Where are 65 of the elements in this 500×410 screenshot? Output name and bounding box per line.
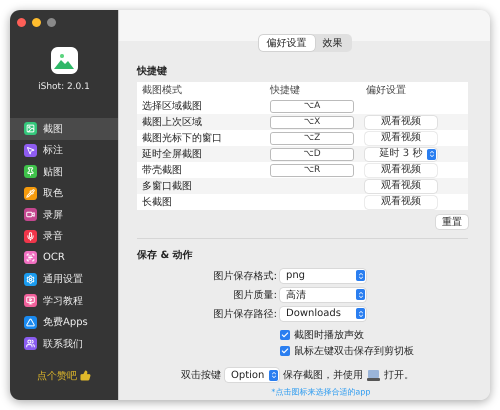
shortcut-field[interactable]: ⌥A — [270, 100, 354, 112]
field-label: 双击按键 — [181, 368, 221, 382]
action-text: 打开。 — [384, 368, 414, 382]
hint-text: *点击图标来选择合适的app — [270, 386, 372, 398]
checkbox[interactable] — [280, 346, 290, 356]
key-select[interactable]: Option — [225, 368, 279, 382]
sidebar-item[interactable]: 截图 — [10, 118, 118, 140]
stepper-icon — [356, 270, 365, 281]
dropdown-select[interactable]: 高清 — [280, 288, 366, 302]
tab[interactable]: 效果 — [314, 35, 350, 51]
sidebar-item[interactable]: 取色 — [10, 182, 118, 204]
minimize-button[interactable] — [32, 18, 41, 27]
watch-video-button[interactable]: 观看视频 — [365, 196, 437, 208]
section-title: 保存 & 动作 — [137, 248, 194, 262]
shortcut-field[interactable]: ⌥Z — [270, 132, 354, 144]
stepper-icon — [269, 370, 278, 380]
dropdown-select[interactable]: Downloads — [280, 306, 366, 320]
table-cell-text: 截图光标下的窗口 — [141, 132, 223, 145]
sidebar-item[interactable]: 学习教程 — [10, 290, 118, 312]
shortcut-field[interactable]: ⌥R — [270, 164, 354, 176]
watch-video-button[interactable]: 观看视频 — [365, 180, 437, 192]
checkbox-label: 鼠标左键双击保存到剪切板 — [294, 344, 414, 358]
column-header: 快捷键 — [268, 84, 301, 97]
app-picker-icon[interactable] — [367, 368, 380, 382]
field-label: 图片保存路径: — [212, 308, 277, 320]
column-header: 截图模式 — [141, 84, 183, 97]
reset-button[interactable]: 重置 — [436, 215, 468, 229]
app-logo-icon — [50, 47, 78, 74]
sidebar-item[interactable]: 录屏 — [10, 204, 118, 226]
close-button[interactable] — [17, 18, 26, 27]
checkbox-label: 截图时播放声效 — [294, 328, 364, 342]
like-link[interactable]: 点个赞吧 — [37, 368, 77, 382]
table-cell-text: 选择区域截图 — [141, 100, 203, 113]
zoom-button[interactable] — [47, 18, 56, 27]
sidebar-item[interactable]: 贴图 — [10, 161, 118, 182]
sidebar-item[interactable]: 通用设置 — [10, 268, 118, 290]
column-header: 偏好设置 — [365, 84, 407, 97]
table-cell-text: 带壳截图 — [141, 164, 183, 177]
table-cell-text: 长截图 — [141, 196, 173, 209]
table-cell-text: 截图上次区域 — [141, 116, 203, 129]
field-label: 图片保存格式: — [212, 270, 277, 282]
tab[interactable]: 偏好设置 — [258, 35, 314, 51]
sidebar-item[interactable]: 标注 — [10, 140, 118, 161]
watch-video-button[interactable]: 观看视频 — [365, 116, 437, 128]
watch-video-button[interactable]: 观看视频 — [365, 132, 437, 144]
stepper-icon — [356, 289, 365, 300]
watch-video-button[interactable]: 观看视频 — [365, 164, 437, 176]
stepper-icon — [356, 308, 365, 319]
sidebar-item[interactable]: 联系我们 — [10, 333, 118, 354]
delay-select[interactable]: 延时 3 秒 — [365, 148, 437, 160]
table-cell-text: 延时全屏截图 — [141, 148, 203, 161]
sidebar-item[interactable]: OCR — [10, 247, 118, 268]
thumbs-up-icon — [80, 370, 91, 381]
sidebar-item[interactable]: 免费Apps — [10, 312, 118, 333]
shortcut-field[interactable]: ⌥X — [270, 116, 354, 128]
stepper-icon — [427, 148, 436, 160]
shortcut-field[interactable]: ⌥D — [270, 148, 354, 160]
dropdown-select[interactable]: png — [280, 268, 366, 282]
action-text: 保存截图，并使用 — [283, 368, 363, 382]
section-title: 快捷键 — [137, 64, 168, 78]
app-version: iShot: 2.0.1 — [37, 82, 91, 92]
table-cell-text: 多窗口截图 — [141, 180, 193, 193]
sidebar-item[interactable]: 录音 — [10, 226, 118, 247]
field-label: 图片质量: — [232, 288, 277, 302]
checkbox[interactable] — [280, 330, 290, 340]
